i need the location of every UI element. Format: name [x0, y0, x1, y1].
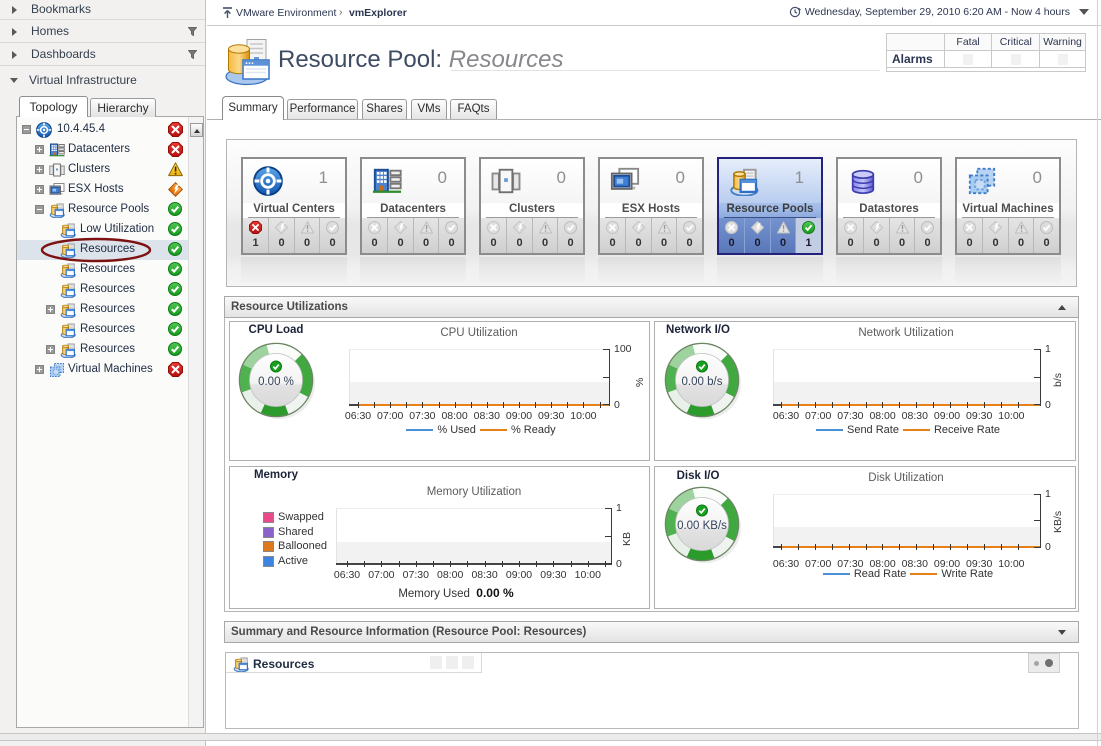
svg-text:0.00 KB/s: 0.00 KB/s	[677, 520, 727, 532]
svg-text:0.00 b/s: 0.00 b/s	[682, 376, 723, 388]
svg-text:0.00 %: 0.00 %	[258, 376, 294, 388]
